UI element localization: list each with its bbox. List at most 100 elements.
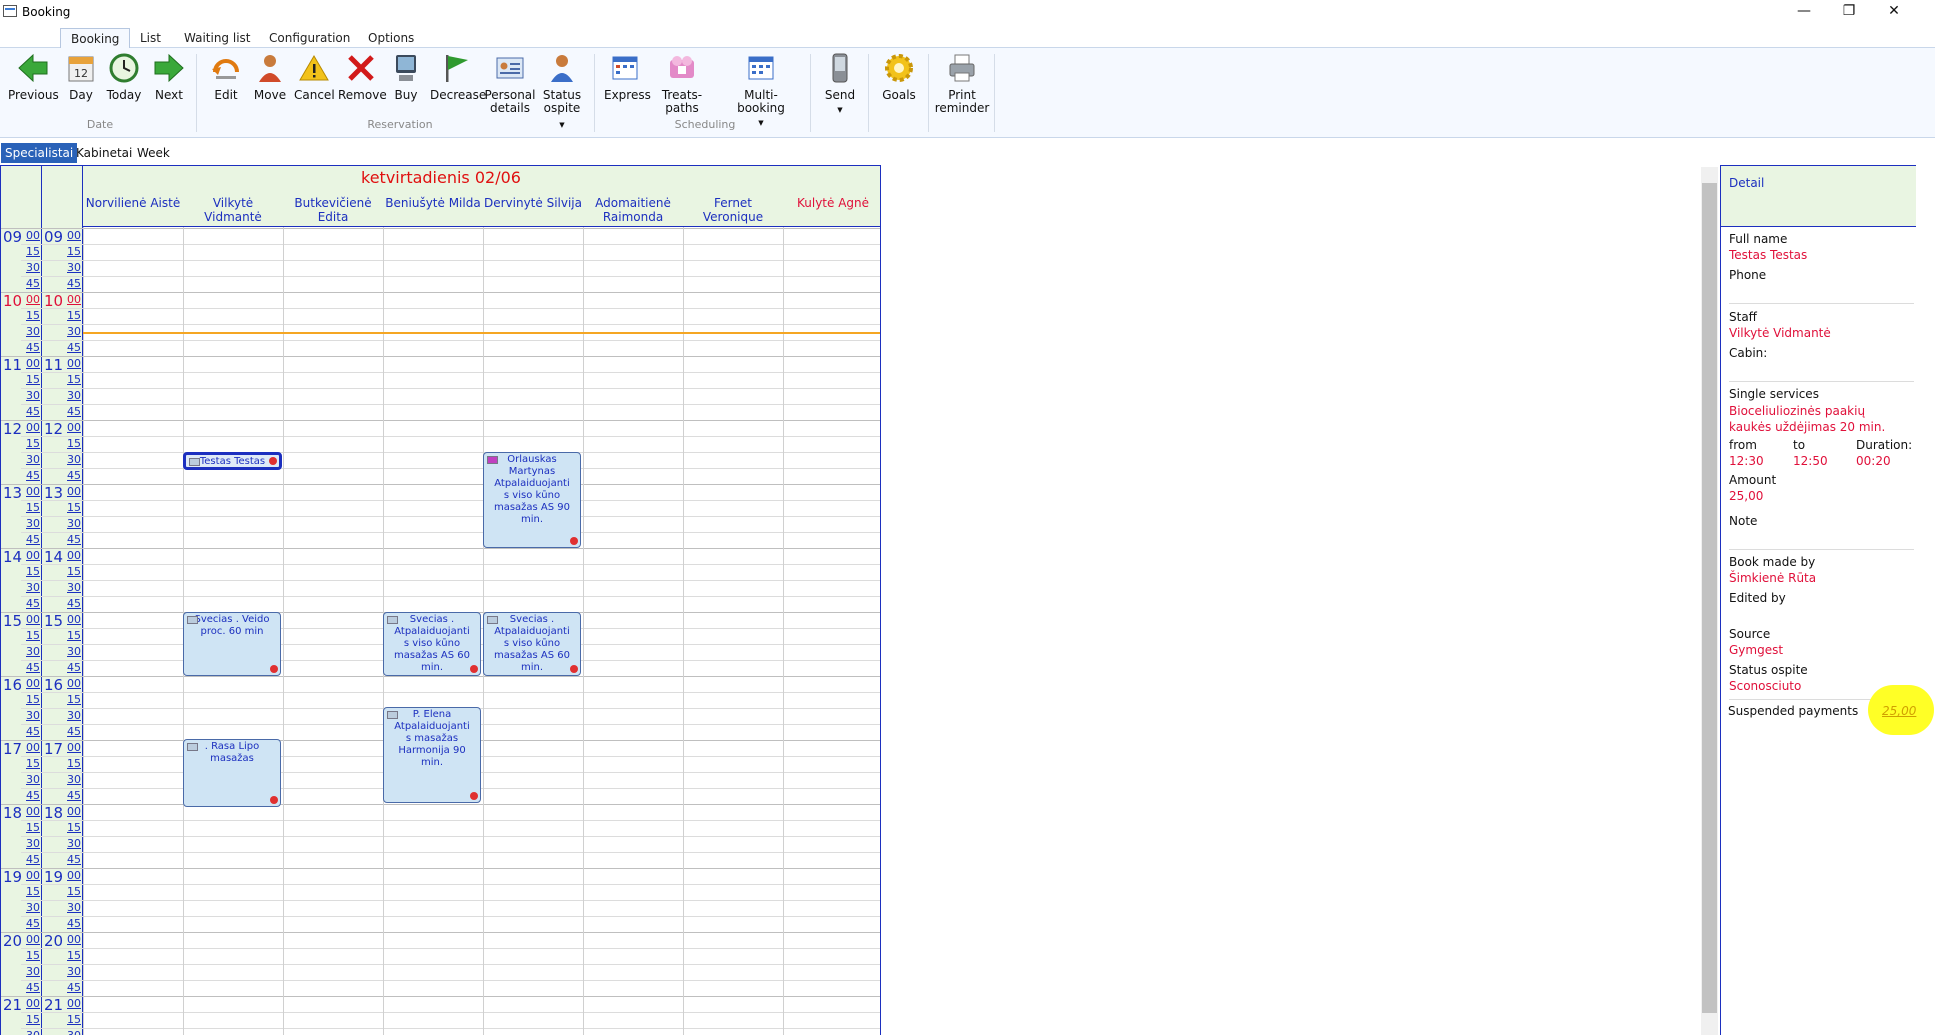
buy-button[interactable]: Buy xyxy=(390,52,422,102)
minute-label: 45 xyxy=(67,853,81,866)
suspended-payments-link[interactable]: 25,00 xyxy=(1882,704,1916,718)
staff-header[interactable]: Dervinytė Silvija xyxy=(483,196,583,210)
appointment-block[interactable]: . Rasa Lipo masažas xyxy=(183,739,281,807)
slot-line xyxy=(21,820,880,821)
minute-label: 45 xyxy=(67,469,81,482)
appointment-block[interactable]: P. Elena Atpalaiduojanti s masažas Harmo… xyxy=(383,707,481,803)
slot-line xyxy=(21,980,880,981)
move-button[interactable]: Move xyxy=(252,52,288,102)
personal-details-icon xyxy=(496,57,524,79)
calendar-grid[interactable]: ketvirtadienis 02/06 Norvilienė Aistė Vi… xyxy=(0,165,881,1035)
appointment-block[interactable]: Svecias . Atpalaiduojanti s viso kūno ma… xyxy=(483,612,581,676)
edit-button[interactable]: Edit xyxy=(208,52,244,102)
treats-paths-button[interactable]: Treats-paths xyxy=(650,52,714,115)
decrease-button[interactable]: Decrease xyxy=(430,52,486,102)
tab-waiting-list[interactable]: Waiting list xyxy=(174,28,261,48)
book-made-by-value: Šimkienė Rūta xyxy=(1729,571,1817,585)
detail-title: Detail xyxy=(1729,176,1765,190)
staff-header[interactable]: Fernet Veronique xyxy=(683,196,783,224)
minute-label: 15 xyxy=(26,821,40,834)
today-button[interactable]: Today xyxy=(104,52,144,102)
full-name-value: Testas Testas xyxy=(1729,248,1808,262)
minute-label: 30 xyxy=(26,581,40,594)
status-ospite-button[interactable]: Status ospite ▼ xyxy=(540,52,584,132)
tab-configuration[interactable]: Configuration xyxy=(259,28,360,48)
send-button[interactable]: Send ▼ xyxy=(822,52,858,117)
minute-label: 30 xyxy=(26,453,40,466)
minute-label: 15 xyxy=(67,309,81,322)
ribbon-separator xyxy=(994,54,995,132)
appointment-block[interactable]: Svecias . Atpalaiduojanti s viso kūno ma… xyxy=(383,612,481,676)
personal-details-label: Personal details xyxy=(484,88,536,115)
message-icon xyxy=(487,616,498,624)
express-button[interactable]: Express xyxy=(604,52,651,102)
status-dot-icon xyxy=(270,796,278,804)
tab-booking[interactable]: Booking xyxy=(60,28,131,48)
tab-options[interactable]: Options xyxy=(358,28,424,48)
app-icon xyxy=(3,5,17,17)
goals-button[interactable]: Goals xyxy=(880,52,918,102)
staff-header[interactable]: Beniušytė Milda xyxy=(383,196,483,210)
close-button[interactable]: ✕ xyxy=(1871,0,1917,24)
restore-button[interactable]: ❐ xyxy=(1826,0,1872,24)
minute-label: 30 xyxy=(67,773,81,786)
print-reminder-button[interactable]: Print reminder xyxy=(934,52,990,115)
calendar-header: ketvirtadienis 02/06 Norvilienė Aistė Vi… xyxy=(1,166,880,227)
message-icon xyxy=(387,711,398,719)
svg-text:12: 12 xyxy=(74,67,88,80)
tab-list[interactable]: List xyxy=(130,28,171,48)
staff-header[interactable]: Kulytė Agnė xyxy=(783,196,880,210)
cancel-button[interactable]: Cancel xyxy=(294,52,335,102)
minute-label: 45 xyxy=(26,981,40,994)
edit-icon xyxy=(212,59,239,79)
minute-label: 30 xyxy=(26,901,40,914)
chevron-down-icon: ▼ xyxy=(758,119,764,127)
today-label: Today xyxy=(106,88,142,102)
previous-label: Previous xyxy=(8,88,59,102)
staff-header[interactable]: Butkevičienė Edita xyxy=(283,196,383,224)
slot-line xyxy=(21,260,880,261)
calendar-scrollbar[interactable] xyxy=(1701,167,1718,1035)
ribbon-separator xyxy=(594,54,595,132)
scrollbar-thumb[interactable] xyxy=(1702,183,1717,1013)
staff-header[interactable]: Adomaitienė Raimonda xyxy=(583,196,683,224)
previous-button[interactable]: Previous xyxy=(8,52,59,102)
slot-line xyxy=(1,292,880,293)
appointment-text: . Rasa Lipo masažas xyxy=(204,741,260,764)
slot-line xyxy=(21,532,880,533)
appointment-block[interactable]: Testas Testas xyxy=(183,452,282,470)
minute-label: 15 xyxy=(67,501,81,514)
minimize-button[interactable]: — xyxy=(1781,0,1827,24)
staff-header[interactable]: Vilkytė Vidmantė xyxy=(183,196,283,224)
hour-label: 10 xyxy=(3,292,23,310)
slot-line xyxy=(21,436,880,437)
tab-specialistai[interactable]: Specialistai xyxy=(1,143,78,163)
status-dot-icon xyxy=(570,665,578,673)
next-button[interactable]: Next xyxy=(150,52,188,102)
slot-line xyxy=(21,1028,880,1029)
minute-label: 15 xyxy=(26,1013,40,1026)
hour-label: 16 xyxy=(3,676,23,694)
appointment-block[interactable]: Svecias . Veido proc. 60 min xyxy=(183,612,281,676)
remove-button[interactable]: Remove xyxy=(338,52,387,102)
ribbon: Previous 12 Day Today Next Edit Move Can… xyxy=(0,48,1935,138)
duration-value: 00:20 xyxy=(1856,454,1891,468)
minute-label: 30 xyxy=(26,325,40,338)
source-label: Source xyxy=(1729,627,1771,641)
minute-label: 30 xyxy=(26,837,40,850)
personal-details-button[interactable]: Personal details xyxy=(484,52,536,115)
slot-line xyxy=(21,948,880,949)
slot-line xyxy=(21,468,880,469)
hour-label: 17 xyxy=(3,740,23,758)
tab-week[interactable]: Week xyxy=(133,143,174,163)
slot-line xyxy=(1,804,880,805)
staff-header[interactable]: Norvilienė Aistė xyxy=(83,196,183,210)
minute-label: 30 xyxy=(67,581,81,594)
minute-label: 45 xyxy=(26,789,40,802)
day-button[interactable]: 12 Day xyxy=(63,52,99,102)
tab-kabinetai[interactable]: Kabinetai xyxy=(72,143,136,163)
calendar-date-title: ketvirtadienis 02/06 xyxy=(361,168,521,187)
slot-line xyxy=(1,420,880,421)
appointment-block[interactable]: Orlauskas Martynas Atpalaiduojanti s vis… xyxy=(483,452,581,548)
slot-line xyxy=(1,356,880,357)
